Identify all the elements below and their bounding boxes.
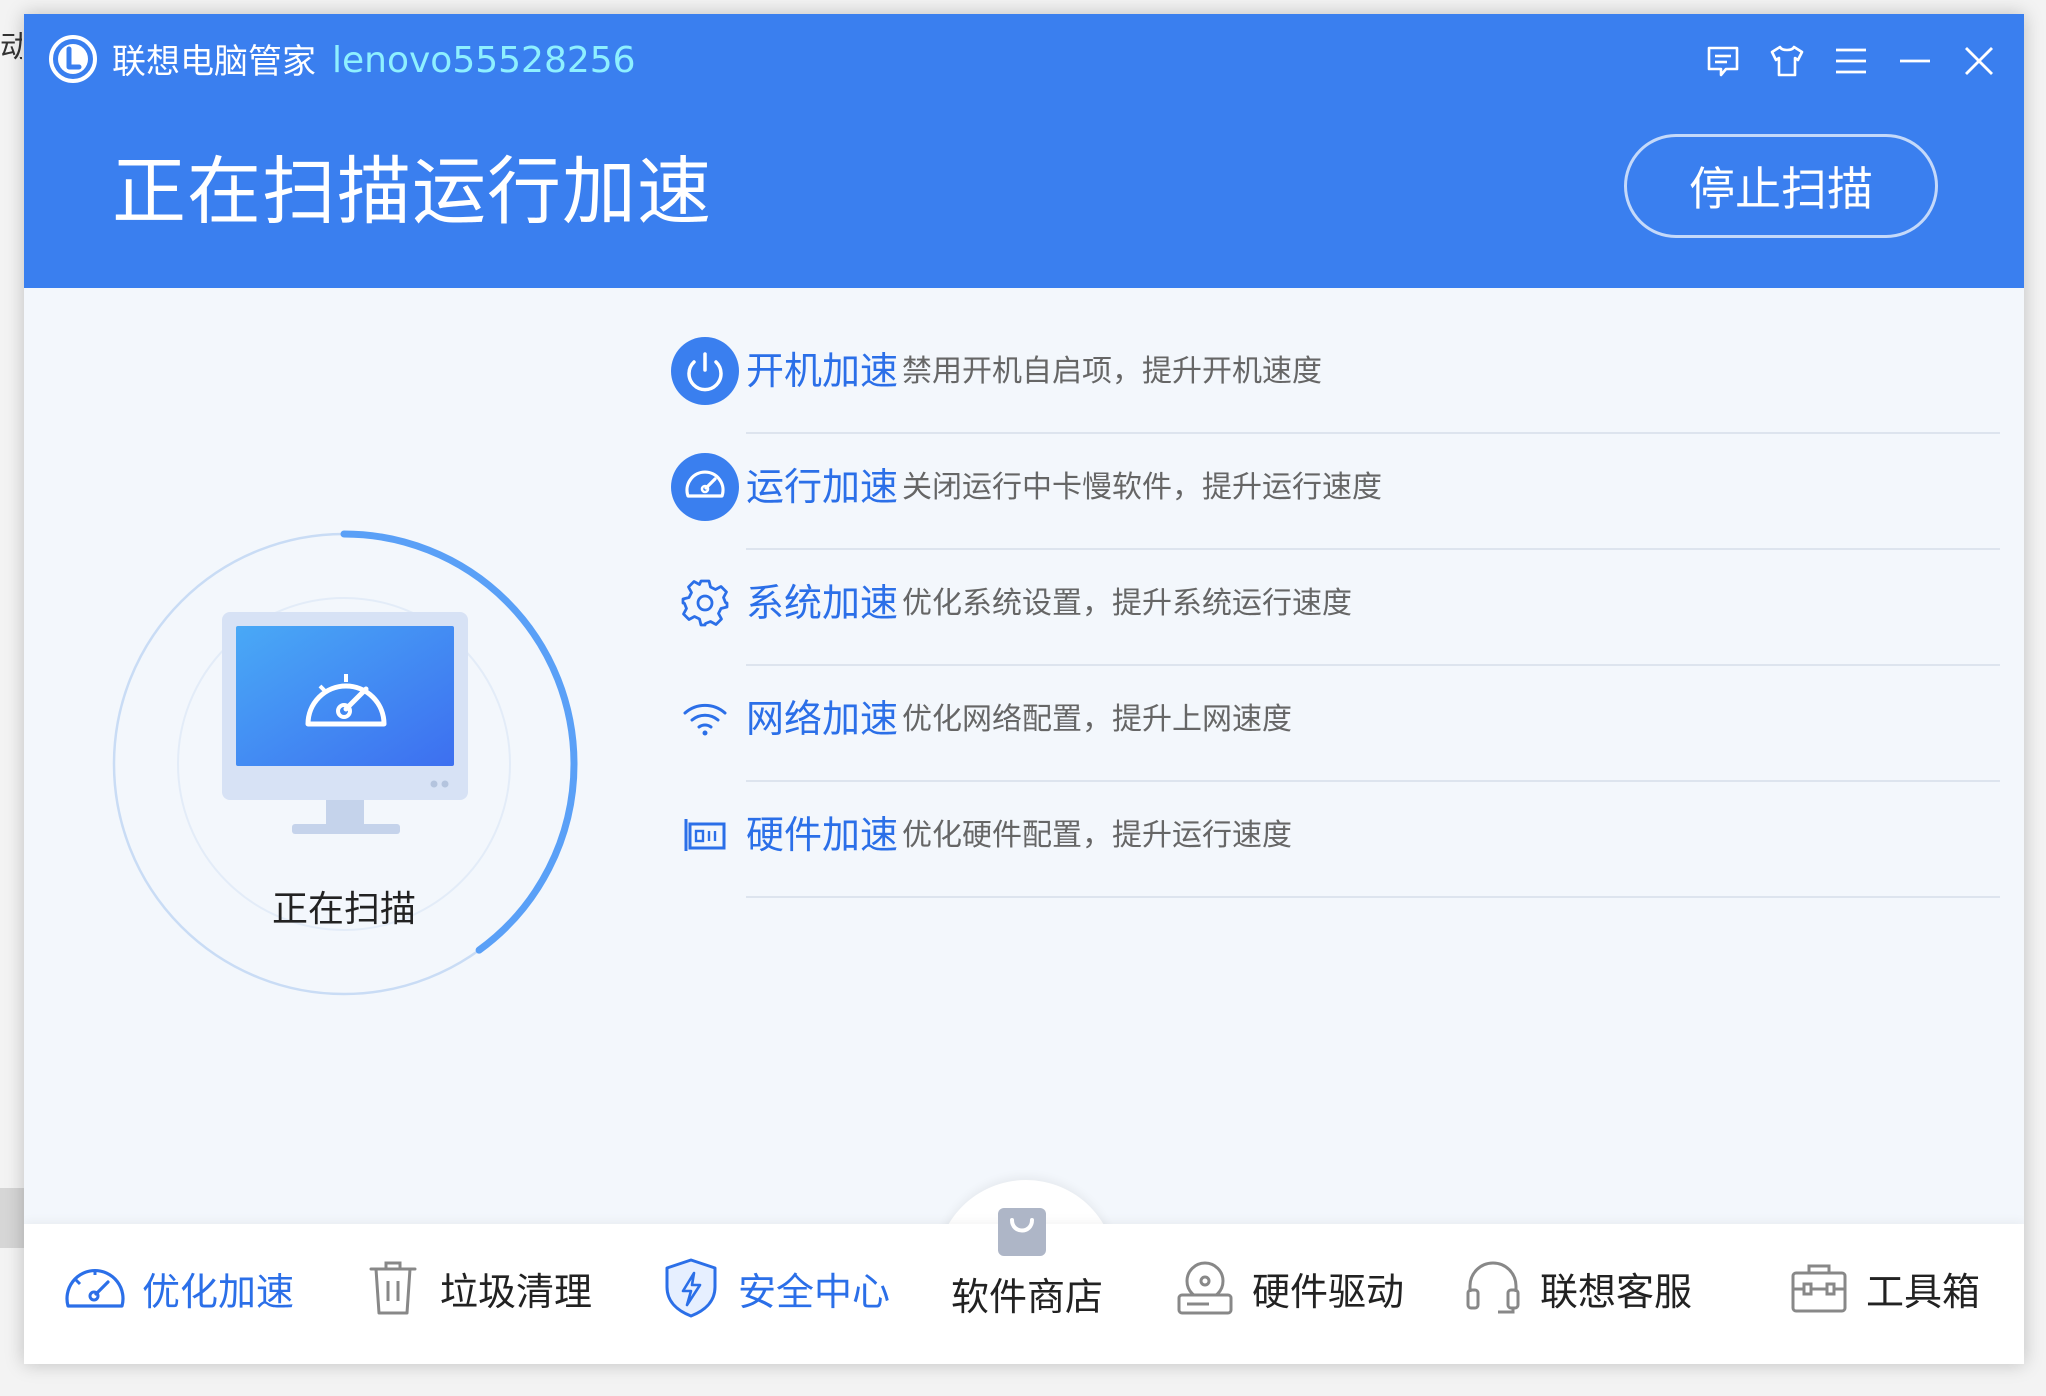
shield-icon [658, 1255, 724, 1321]
scan-status-label: 正在扫描 [271, 889, 416, 930]
stop-scan-button[interactable]: 停止扫描 [1624, 134, 1938, 238]
scan-ring-graphic [110, 530, 578, 998]
nav-label: 联想客服 [1540, 1269, 1693, 1314]
page-title: 正在扫描运行加速 [112, 149, 712, 235]
nav-label: 硬件驱动 [1252, 1269, 1405, 1314]
list-item-hardware-speedup: 硬件加速 优化硬件配置，提升运行速度 [648, 782, 2000, 898]
power-icon [670, 336, 740, 406]
toolbox-icon [1786, 1255, 1852, 1321]
nav-label: 安全中心 [738, 1269, 891, 1314]
item-description: 关闭运行中卡慢软件，提升运行速度 [902, 470, 1382, 505]
gear-icon [670, 568, 740, 638]
speedometer-icon [670, 452, 740, 522]
item-description: 优化系统设置，提升系统运行速度 [902, 586, 1352, 621]
nav-hardware-driver[interactable]: 硬件驱动 [1172, 1250, 1404, 1326]
item-name: 开机加速 [746, 349, 899, 393]
list-item-network-speedup: 网络加速 优化网络配置，提升上网速度 [648, 666, 2000, 782]
list-item-run-speedup: 运行加速 关闭运行中卡慢软件，提升运行速度 [648, 434, 2000, 550]
list-item-boot-speedup: 开机加速 禁用开机自启项，提升开机速度 [648, 318, 2000, 434]
nav-toolbox[interactable]: 工具箱 [1786, 1250, 1980, 1326]
nav-label: 垃圾清理 [440, 1269, 593, 1314]
desktop-edge-block [0, 1188, 24, 1248]
header-bar: 联想电脑管家 lenovo55528256 正在扫描运行加速 停止扫描 [24, 14, 2024, 288]
hardware-icon [670, 800, 740, 870]
nav-junk-clean[interactable]: 垃圾清理 [360, 1250, 592, 1326]
item-name: 网络加速 [746, 697, 899, 741]
nav-optimize-speedup[interactable]: 优化加速 [62, 1250, 294, 1326]
monitor-icon [222, 612, 468, 834]
disk-drive-icon [1172, 1255, 1238, 1321]
skin-shirt-icon[interactable] [1766, 40, 1808, 82]
optimization-list: 开机加速 禁用开机自启项，提升开机速度 运行加速 关闭运行中卡慢软件，提升运行速… [648, 318, 2000, 898]
nav-security-center[interactable]: 安全中心 [658, 1250, 890, 1326]
speedometer-icon [62, 1255, 128, 1321]
divider [746, 896, 2000, 898]
user-account-name[interactable]: lenovo55528256 [332, 38, 636, 84]
nav-label: 工具箱 [1866, 1269, 1981, 1314]
trash-icon [360, 1255, 426, 1321]
feedback-icon[interactable] [1702, 40, 1744, 82]
nav-lenovo-service[interactable]: 联想客服 [1460, 1250, 1692, 1326]
headset-icon [1460, 1255, 1526, 1321]
lenovo-logo-icon [49, 35, 97, 83]
item-description: 禁用开机自启项，提升开机速度 [902, 354, 1322, 389]
item-name: 硬件加速 [746, 813, 899, 857]
list-item-system-speedup: 系统加速 优化系统设置，提升系统运行速度 [648, 550, 2000, 666]
item-description: 优化网络配置，提升上网速度 [902, 702, 1292, 737]
close-icon[interactable] [1958, 40, 2000, 82]
item-name: 运行加速 [746, 465, 899, 509]
shopping-bag-icon[interactable] [994, 1204, 1050, 1260]
nav-label: 优化加速 [142, 1269, 295, 1314]
item-description: 优化硬件配置，提升运行速度 [902, 818, 1292, 853]
minimize-icon[interactable] [1894, 40, 1936, 82]
wifi-icon [670, 684, 740, 754]
app-brand-name: 联想电脑管家 [112, 42, 316, 82]
item-name: 系统加速 [746, 581, 899, 625]
desktop-edge-text: 动 [0, 30, 22, 65]
nav-software-store[interactable]: 软件商店 [944, 1272, 1110, 1322]
window-controls [1702, 36, 2000, 86]
app-window: 联想电脑管家 lenovo55528256 正在扫描运行加速 停止扫描 正在扫描… [24, 14, 2024, 1364]
menu-icon[interactable] [1830, 40, 1872, 82]
scan-progress-ring: 正在扫描 [94, 514, 594, 1014]
